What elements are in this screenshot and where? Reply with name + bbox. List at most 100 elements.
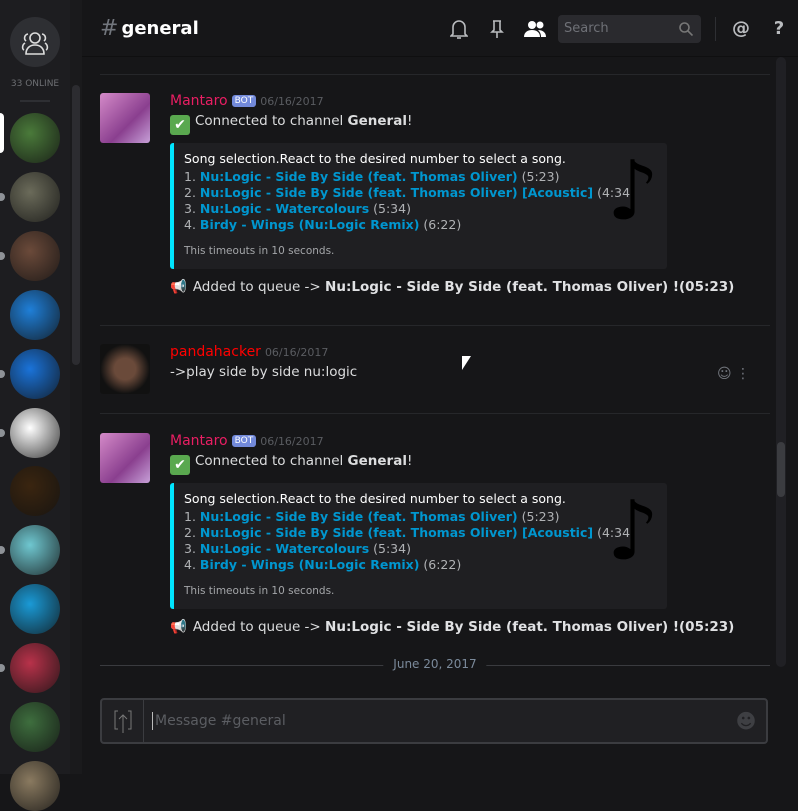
unread-indicator	[0, 251, 5, 260]
mentions-icon[interactable]: @	[722, 18, 760, 39]
search-icon	[679, 21, 693, 36]
server-scrollbar[interactable]	[70, 0, 82, 774]
song-number: 2.	[184, 185, 196, 200]
song-duration: (5:23)	[521, 509, 560, 524]
message-list: Mantaro BOT 06/16/2017 ✔ Connected to channe…	[82, 57, 772, 677]
message-input[interactable]: Message #general	[152, 712, 726, 730]
queue-prefix: Added to queue ->	[192, 279, 326, 295]
queue-message: 📢 Added to queue -> Nu:Logic - Side By Si…	[170, 619, 772, 635]
server-icon[interactable]	[10, 525, 60, 576]
message-text: ✔ Connected to channel General!	[170, 113, 772, 135]
sidebar-divider	[20, 100, 50, 102]
channel-mention: General	[347, 113, 407, 129]
music-note-icon: ♪	[606, 144, 659, 239]
hash-icon: #	[100, 15, 119, 41]
mouse-cursor-icon	[462, 356, 471, 370]
add-reaction-icon[interactable]: ☺	[717, 366, 732, 382]
message-scrollbar[interactable]	[776, 57, 786, 667]
server-icon[interactable]	[10, 407, 60, 458]
author-name[interactable]: Mantaro	[170, 93, 228, 109]
song-duration: (5:34)	[373, 201, 411, 216]
bot-badge: BOT	[231, 435, 257, 447]
message-divider	[100, 413, 770, 414]
song-link[interactable]: Nu:Logic - Side By Side (feat. Thomas Ol…	[200, 169, 518, 184]
timestamp: 06/16/2017	[260, 95, 324, 108]
friends-icon	[21, 32, 49, 55]
server-icon[interactable]	[10, 643, 60, 694]
queued-song: Nu:Logic - Side By Side (feat. Thomas Ol…	[325, 279, 735, 295]
message-text-part: !	[406, 113, 413, 129]
author-name[interactable]: Mantaro	[170, 433, 228, 449]
megaphone-icon: 📢	[170, 619, 187, 635]
unread-indicator	[0, 664, 5, 673]
song-link[interactable]: Nu:Logic - Side By Side (feat. Thomas Ol…	[200, 185, 593, 200]
message-actions[interactable]: ☺ ⋮	[717, 366, 750, 382]
user-avatar[interactable]	[100, 433, 150, 483]
server-icon[interactable]	[10, 760, 60, 811]
server-icon[interactable]	[10, 584, 60, 635]
song-selection-embed: Song selection.React to the desired numb…	[170, 143, 667, 269]
date-divider: June 20, 2017	[100, 657, 770, 671]
message-text-part: !	[406, 453, 413, 469]
user-avatar[interactable]	[100, 93, 150, 143]
message-divider	[100, 74, 770, 75]
friends-home-button[interactable]	[10, 17, 60, 67]
song-duration: (5:23)	[521, 169, 560, 184]
embed-title: Song selection.React to the desired numb…	[184, 491, 566, 506]
timestamp: 06/16/2017	[260, 435, 324, 448]
song-option: 4. Birdy - Wings (Nu:Logic Remix) (6:22)	[184, 557, 657, 573]
server-icon[interactable]	[10, 289, 60, 340]
channel-mention: General	[347, 453, 407, 469]
check-mark-icon: ✔	[170, 455, 190, 475]
song-link[interactable]: Nu:Logic - Watercolours	[200, 201, 369, 216]
song-duration: (5:34)	[373, 541, 411, 556]
check-mark-icon: ✔	[170, 115, 190, 135]
song-option: 1. Nu:Logic - Side By Side (feat. Thomas…	[184, 509, 657, 525]
embed-footer: This timeouts in 10 seconds.	[184, 585, 335, 597]
message: pandahacker 06/16/2017 ->play side by side…	[100, 344, 772, 394]
song-number: 3.	[184, 201, 196, 216]
song-link[interactable]: Birdy - Wings (Nu:Logic Remix)	[200, 557, 419, 572]
pin-icon[interactable]	[478, 19, 516, 39]
song-link[interactable]: Nu:Logic - Side By Side (feat. Thomas Ol…	[200, 525, 593, 540]
member-list-icon[interactable]	[516, 20, 554, 38]
server-icon[interactable]	[10, 113, 60, 163]
unread-indicator	[0, 546, 5, 555]
search-placeholder: Search	[564, 21, 609, 36]
server-icon[interactable]	[10, 702, 60, 752]
server-icon[interactable]	[10, 466, 60, 517]
message: Mantaro BOT 06/16/2017 ✔ Connected to channe…	[100, 433, 772, 673]
server-icon[interactable]	[10, 348, 60, 399]
megaphone-icon: 📢	[170, 279, 187, 295]
song-option: 3. Nu:Logic - Watercolours (5:34)	[184, 201, 657, 217]
author-name[interactable]: pandahacker	[170, 344, 261, 360]
unread-indicator	[0, 369, 5, 378]
song-link[interactable]: Birdy - Wings (Nu:Logic Remix)	[200, 217, 419, 232]
server-icon[interactable]	[10, 171, 60, 222]
notification-bell-icon[interactable]	[440, 19, 478, 39]
song-selection-embed: Song selection.React to the desired numb…	[170, 483, 667, 609]
message: Mantaro BOT 06/16/2017 ✔ Connected to channe…	[100, 93, 772, 333]
message-text: ->play side by side nu:logic	[170, 364, 358, 380]
search-input[interactable]: Search	[558, 14, 701, 43]
help-icon[interactable]: ?	[760, 18, 798, 39]
upload-button[interactable]	[102, 700, 144, 742]
message-composer[interactable]: Message #general ☻	[100, 698, 768, 744]
embed-title: Song selection.React to the desired numb…	[184, 151, 566, 166]
song-number: 1.	[184, 169, 196, 184]
song-link[interactable]: Nu:Logic - Side By Side (feat. Thomas Ol…	[200, 509, 518, 524]
user-avatar[interactable]	[100, 344, 150, 394]
music-note-icon: ♪	[606, 484, 659, 579]
message-text-part: Connected to channel	[195, 453, 348, 469]
upload-icon	[114, 710, 131, 733]
server-icon[interactable]	[10, 230, 60, 281]
song-link[interactable]: Nu:Logic - Watercolours	[200, 541, 369, 556]
song-number: 1.	[184, 509, 196, 524]
emoji-picker-icon[interactable]: ☻	[726, 709, 766, 733]
more-options-icon[interactable]: ⋮	[736, 366, 750, 382]
queued-song: Nu:Logic - Side By Side (feat. Thomas Ol…	[325, 619, 735, 635]
scrollbar-thumb[interactable]	[777, 442, 785, 497]
scrollbar-thumb[interactable]	[72, 85, 80, 365]
queue-message: 📢 Added to queue -> Nu:Logic - Side By Si…	[170, 279, 772, 295]
header-divider	[715, 16, 716, 41]
